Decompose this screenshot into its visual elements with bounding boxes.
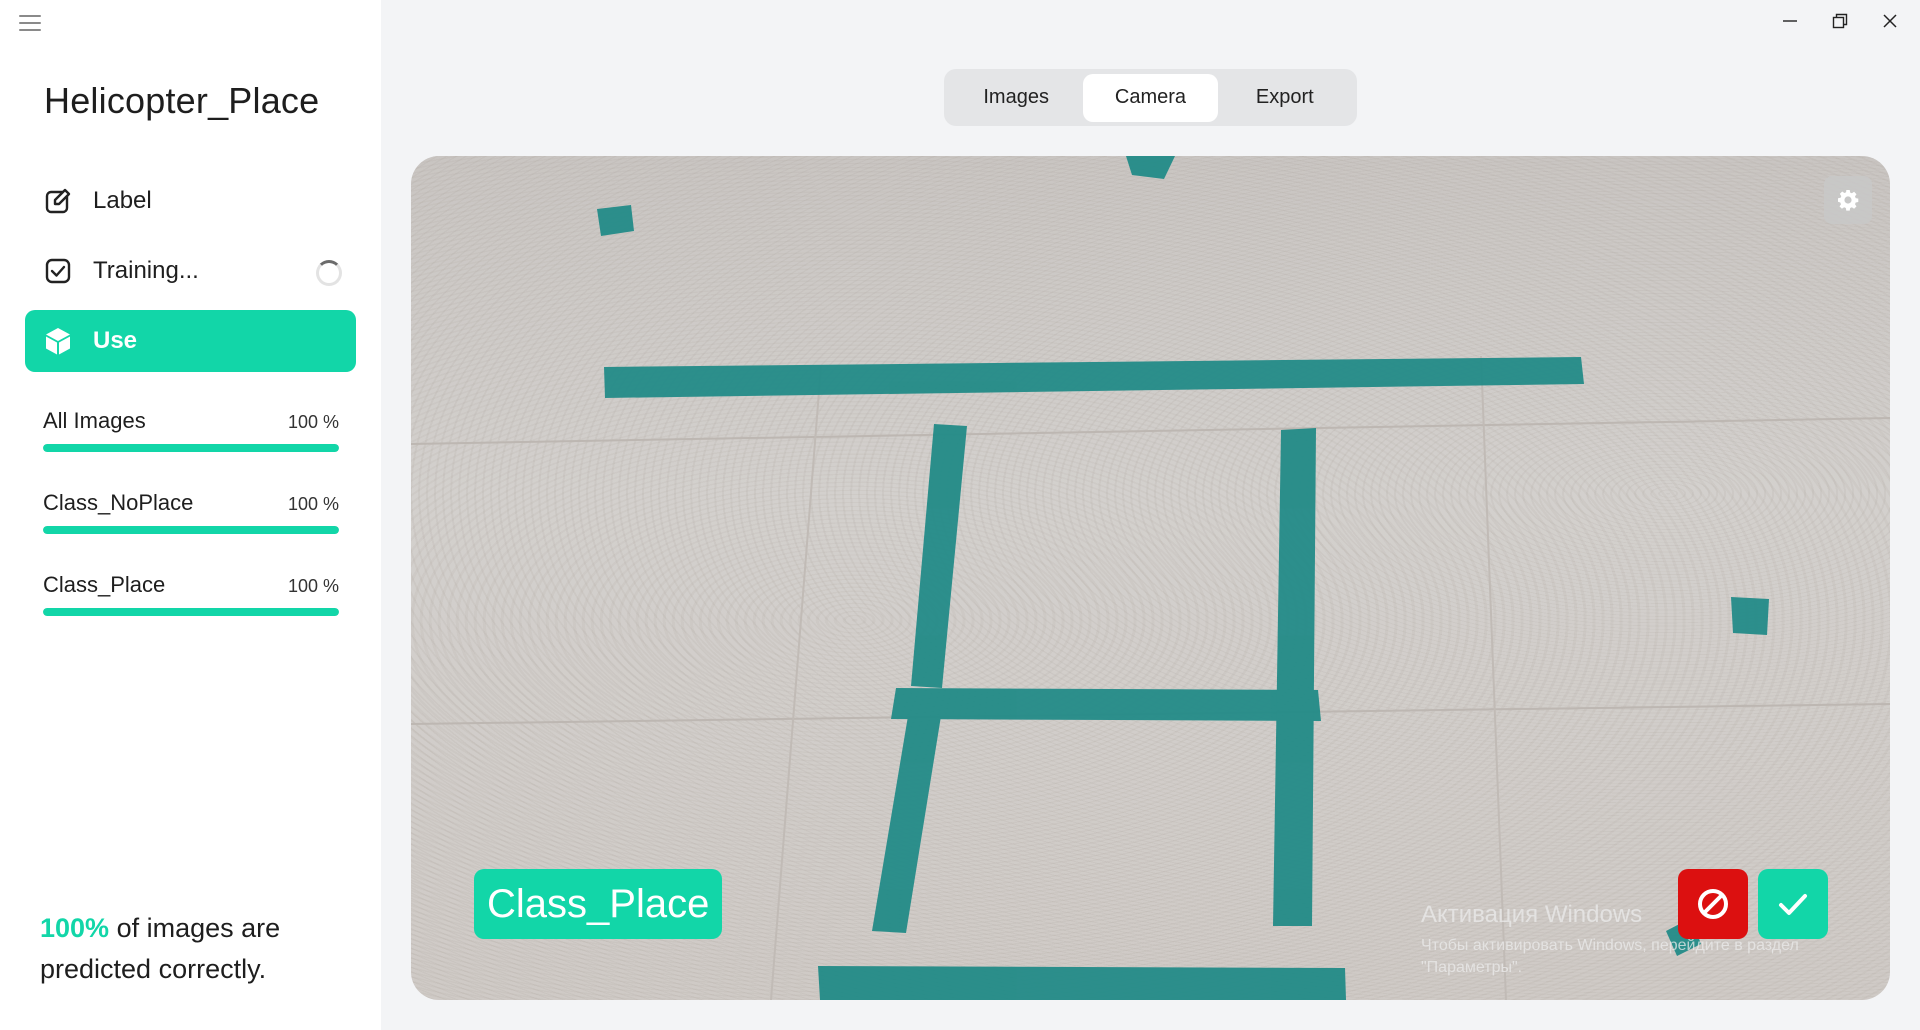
close-icon[interactable]: [1875, 8, 1905, 34]
camera-settings-button[interactable]: [1824, 176, 1872, 224]
progress-fill: [43, 526, 339, 534]
checkmark-icon: [1779, 894, 1807, 915]
nav-item-label[interactable]: Label: [25, 170, 356, 232]
camera-preview: Class_Place Активация Windows Чтобы акти…: [411, 156, 1890, 1000]
project-title: Helicopter_Place: [44, 80, 320, 121]
stat-class-place: Class_Place 100 %: [43, 572, 339, 654]
tab-camera[interactable]: Camera: [1083, 73, 1218, 122]
minimize-icon[interactable]: [1775, 8, 1805, 34]
progress-bar: [43, 444, 339, 452]
nav-item-use-text: Use: [93, 327, 138, 354]
stat-percent: 100 %: [287, 412, 339, 432]
hamburger-menu-icon[interactable]: [19, 15, 41, 33]
tab-export[interactable]: Export: [1218, 74, 1352, 122]
restore-icon[interactable]: [1825, 8, 1855, 34]
sidebar-nav: Label Training... Use: [25, 170, 356, 380]
sidebar: Helicopter_Place Label Training... Use A…: [0, 0, 381, 1030]
stat-name: All Images: [43, 408, 146, 433]
predicted-class-badge: Class_Place: [474, 869, 723, 939]
progress-bar: [43, 608, 339, 616]
tab-images[interactable]: Images: [949, 74, 1083, 122]
accuracy-value: 100%: [40, 913, 110, 943]
nav-item-use[interactable]: Use: [25, 310, 356, 372]
accuracy-summary: 100% of images are predicted correctly.: [40, 908, 340, 990]
stat-name: Class_NoPlace: [43, 490, 194, 515]
checkbox-icon: [43, 256, 73, 286]
watermark-subtitle: Чтобы активировать Windows, перейдите в …: [1421, 937, 1799, 976]
loading-spinner-icon: [316, 260, 342, 286]
stat-name: Class_Place: [43, 572, 166, 597]
stat-all-images: All Images 100 %: [43, 408, 339, 490]
progress-bar: [43, 526, 339, 534]
prohibit-icon: [1698, 889, 1728, 919]
view-tabs: Images Camera Export: [944, 69, 1357, 126]
nav-item-label-text: Label: [93, 187, 152, 214]
progress-fill: [43, 608, 339, 616]
stat-class-noplace: Class_NoPlace 100 %: [43, 490, 339, 572]
edit-icon: [43, 186, 73, 216]
progress-fill: [43, 444, 339, 452]
reject-button[interactable]: [1678, 869, 1748, 939]
accept-button[interactable]: [1758, 869, 1828, 939]
nav-item-training[interactable]: Training...: [25, 240, 356, 302]
cube-icon: [43, 326, 73, 356]
class-stats: All Images 100 % Class_NoPlace 100 % Cla…: [43, 408, 339, 654]
gear-icon: [1838, 190, 1859, 211]
stat-percent: 100 %: [287, 576, 339, 596]
nav-item-training-text: Training...: [93, 257, 199, 284]
stat-percent: 100 %: [287, 494, 339, 514]
